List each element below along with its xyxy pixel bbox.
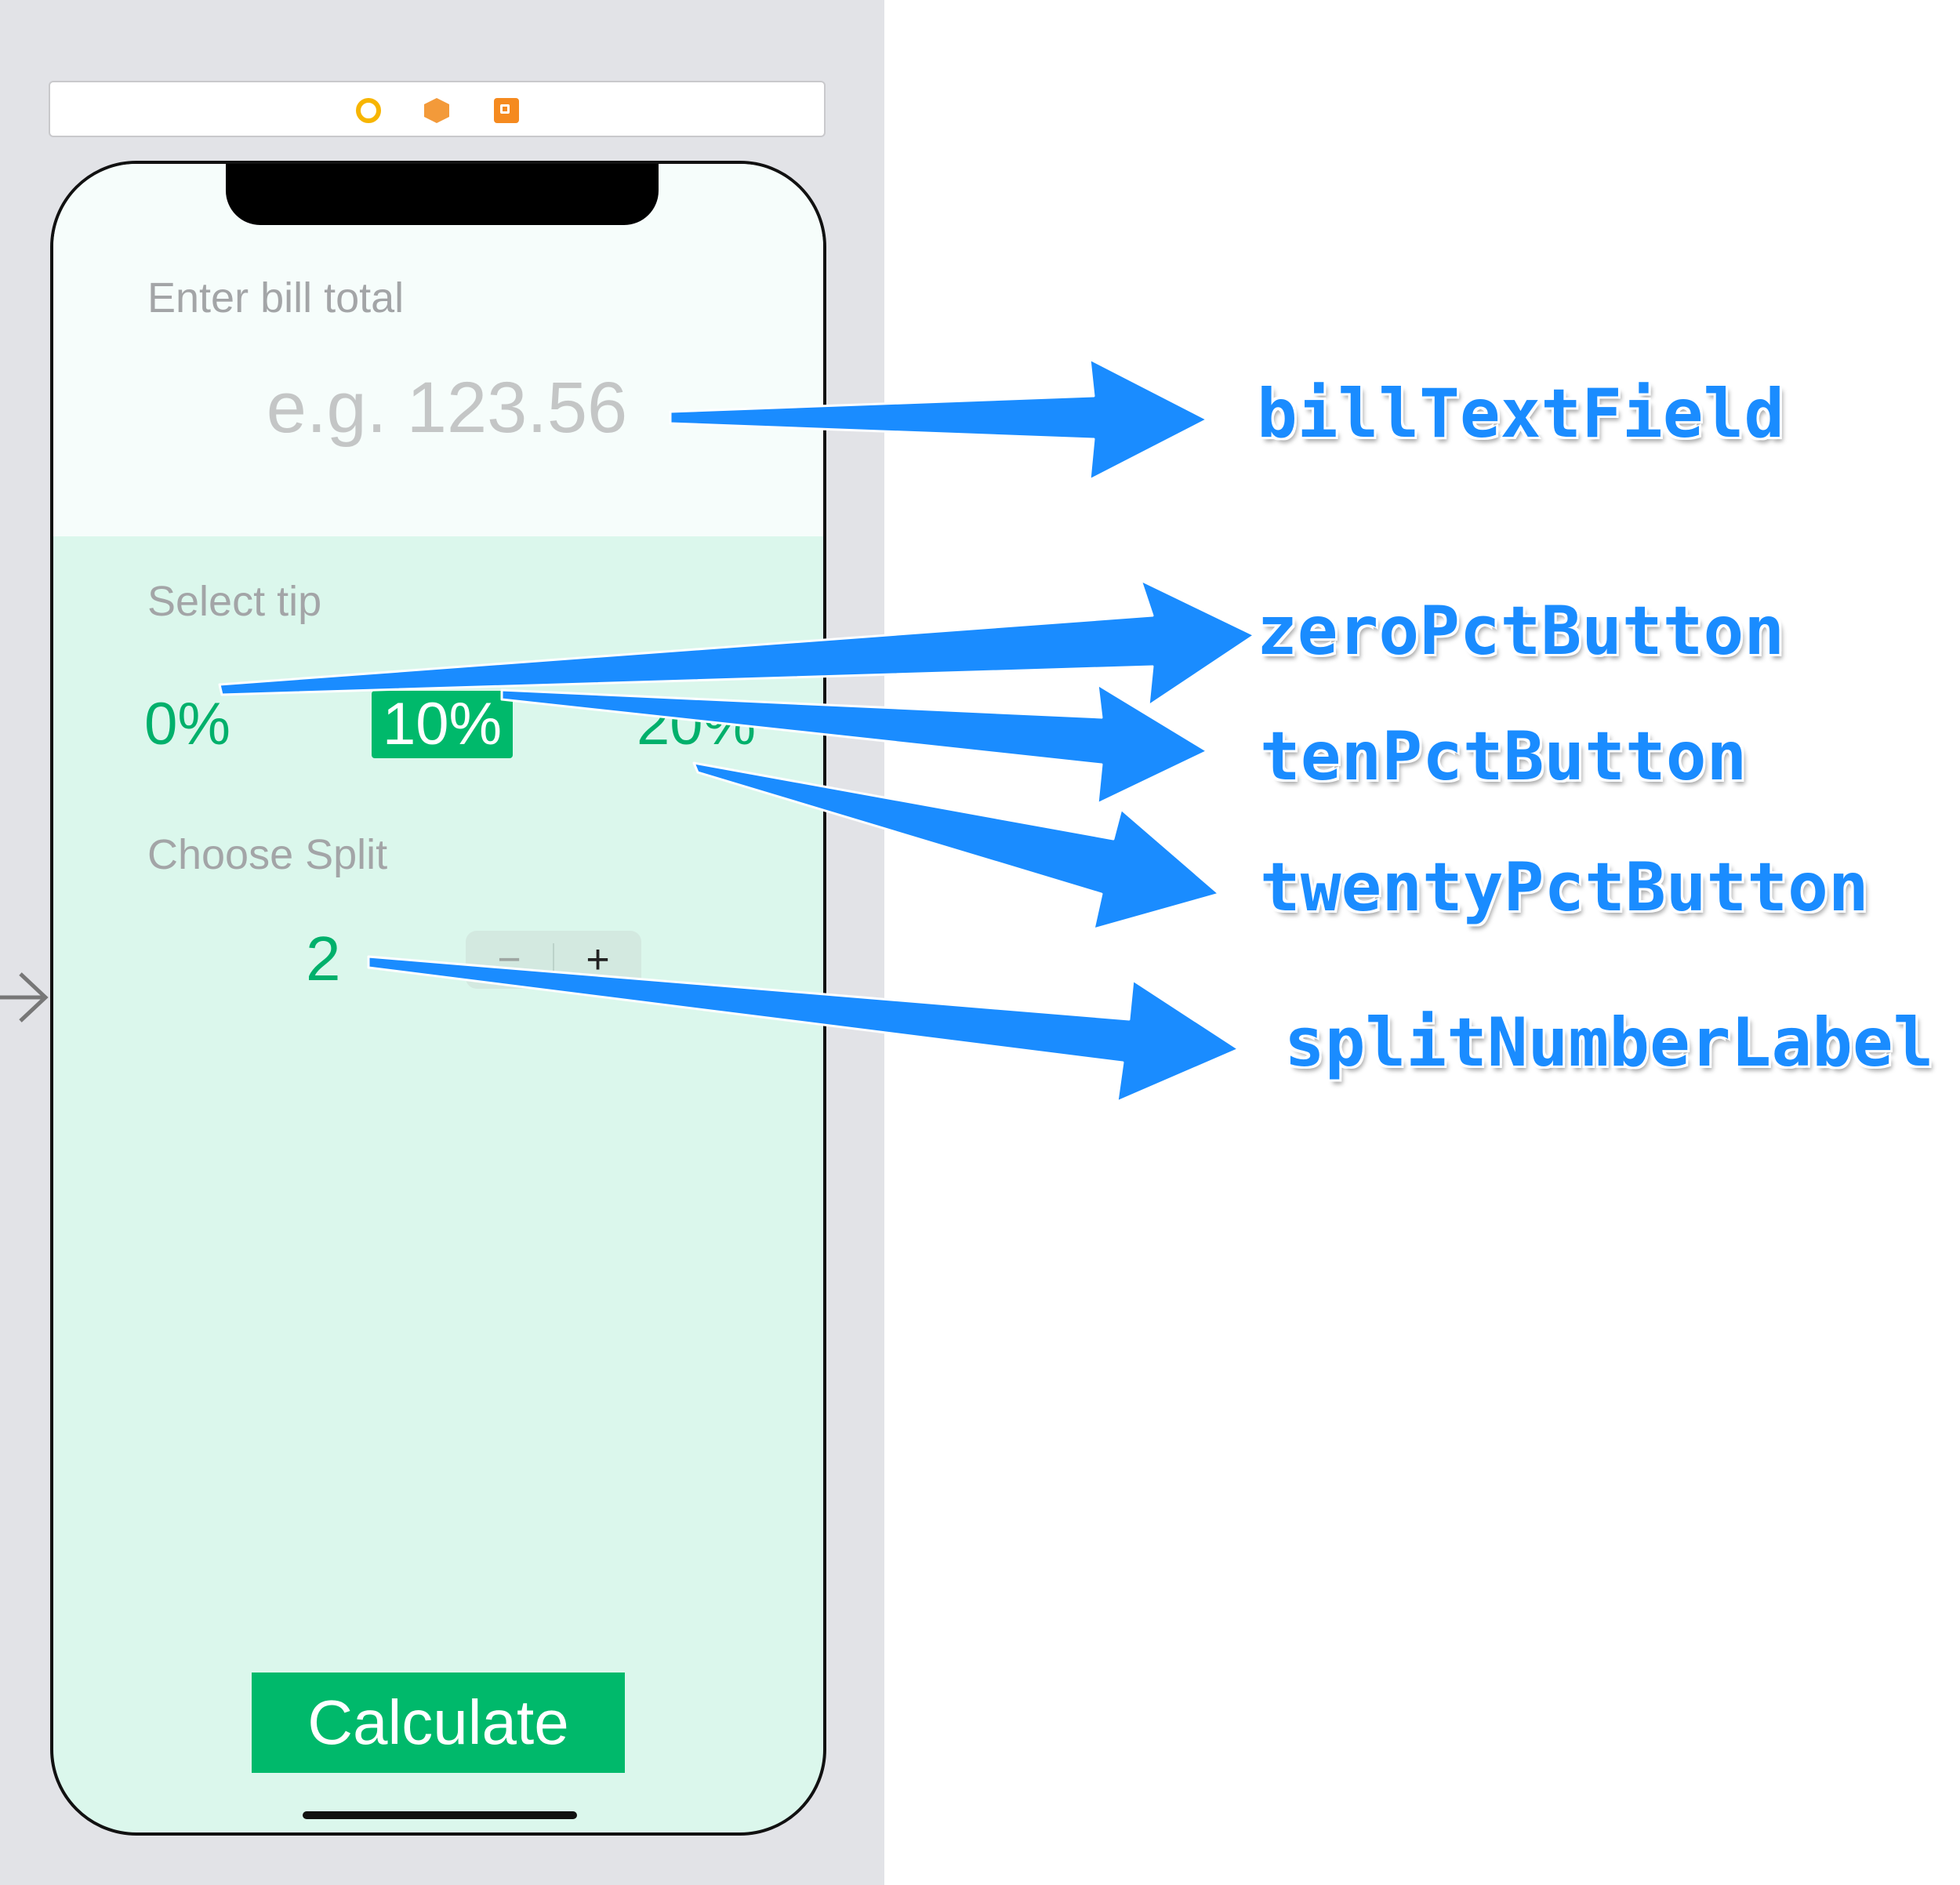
home-indicator: [303, 1811, 577, 1819]
annotation-bill-text-field: billTextField: [1257, 375, 1785, 453]
view-controller-icon[interactable]: [356, 98, 381, 123]
split-caption: Choose Split: [147, 831, 388, 878]
split-number-label: 2: [306, 924, 341, 993]
entry-point-arrow-icon[interactable]: [0, 966, 50, 1029]
annotation-zero-pct-button: zeroPctButton: [1257, 592, 1785, 670]
stepper-decrement-button[interactable]: −: [466, 931, 553, 989]
twenty-pct-button[interactable]: 20%: [626, 691, 767, 758]
ten-pct-button[interactable]: 10%: [372, 691, 513, 758]
bill-caption: Enter bill total: [147, 274, 405, 321]
phone-notch: [226, 164, 659, 225]
exit-icon[interactable]: [494, 98, 519, 123]
scene-dock: [49, 81, 826, 137]
storyboard-canvas: Enter bill total Select tip 0% 10% 20% C…: [0, 0, 884, 1885]
annotation-twenty-pct-button: twentyPctButton: [1260, 848, 1869, 927]
annotation-split-number-label: splitNumberLabel: [1284, 1004, 1934, 1082]
annotation-ten-pct-button: tenPctButton: [1260, 717, 1748, 796]
first-responder-icon[interactable]: [424, 98, 449, 123]
stepper-increment-button[interactable]: +: [554, 931, 641, 989]
zero-pct-button[interactable]: 0%: [136, 691, 238, 758]
split-stepper: − +: [466, 931, 641, 989]
bill-text-field[interactable]: [147, 360, 746, 456]
calculate-button[interactable]: Calculate: [252, 1673, 625, 1773]
iphone-frame: Enter bill total Select tip 0% 10% 20% C…: [50, 161, 826, 1836]
xcode-storyboard-screen: Enter bill total Select tip 0% 10% 20% C…: [0, 0, 1960, 1885]
tip-caption: Select tip: [147, 578, 322, 625]
